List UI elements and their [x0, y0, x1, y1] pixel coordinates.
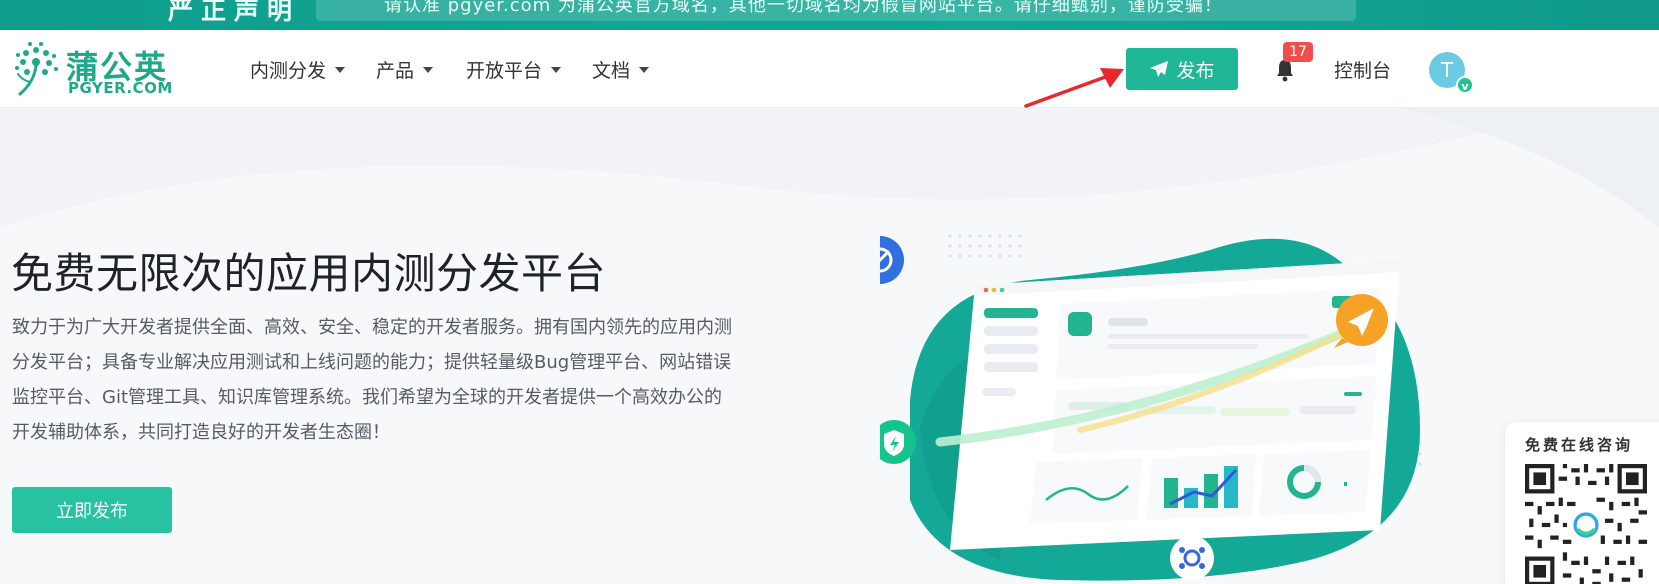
nav-item-products[interactable]: 产品	[376, 56, 434, 83]
caret-down-icon	[551, 66, 562, 73]
compass-bubble-icon	[880, 236, 904, 284]
navbar: 蒲公英 PGYER.COM 内测分发 产品 开放平台 文档 发布 17 控制台 …	[0, 30, 1659, 108]
banner-title: 严正声明	[168, 0, 301, 25]
caret-down-icon	[639, 66, 650, 73]
nav-item-label: 文档	[592, 60, 631, 82]
console-link[interactable]: 控制台	[1334, 56, 1391, 83]
nav-item-open-platform[interactable]: 开放平台	[466, 56, 562, 83]
announcement-banner: 严正声明 请认准 pgyer.com 为蒲公英官方域名，其他一切域名均为假冒网站…	[0, 0, 1659, 30]
paper-plane-icon	[1150, 61, 1169, 77]
nav-item-label: 产品	[376, 60, 415, 82]
caret-down-icon	[335, 66, 346, 73]
banner-text: 请认准 pgyer.com 为蒲公英官方域名，其他一切域名均为假冒网站平台。请仔…	[384, 0, 1223, 16]
verified-badge: v	[1456, 76, 1474, 94]
publish-button-label: 发布	[1176, 59, 1215, 82]
publish-button[interactable]: 发布	[1126, 48, 1238, 90]
nav-item-label: 内测分发	[250, 60, 327, 82]
caret-down-icon	[423, 66, 434, 73]
logo-text-en: PGYER.COM	[68, 79, 173, 97]
qr-code-icon[interactable]	[1525, 464, 1647, 584]
dashboard-illustration	[880, 234, 1422, 581]
link-bubble-icon	[1170, 536, 1214, 580]
online-consult-widget[interactable]: 免费在线咨询	[1505, 422, 1659, 584]
notification-badge: 17	[1283, 42, 1313, 62]
red-arrow-annotation	[1024, 68, 1124, 108]
nav-item-docs[interactable]: 文档	[592, 56, 650, 83]
hero-description: 致力于为广大开发者提供全面、高效、安全、稳定的开发者服务。拥有国内领先的应用内测…	[12, 317, 732, 443]
dandelion-icon	[15, 42, 58, 96]
logo[interactable]: 蒲公英 PGYER.COM	[10, 42, 173, 98]
nav-item-beta-distribution[interactable]: 内测分发	[250, 56, 346, 83]
consult-title: 免费在线咨询	[1525, 436, 1634, 454]
nav-item-label: 开放平台	[466, 60, 543, 82]
hero-title: 免费无限次的应用内测分发平台	[11, 249, 607, 298]
publish-now-button[interactable]: 立即发布	[12, 487, 172, 533]
